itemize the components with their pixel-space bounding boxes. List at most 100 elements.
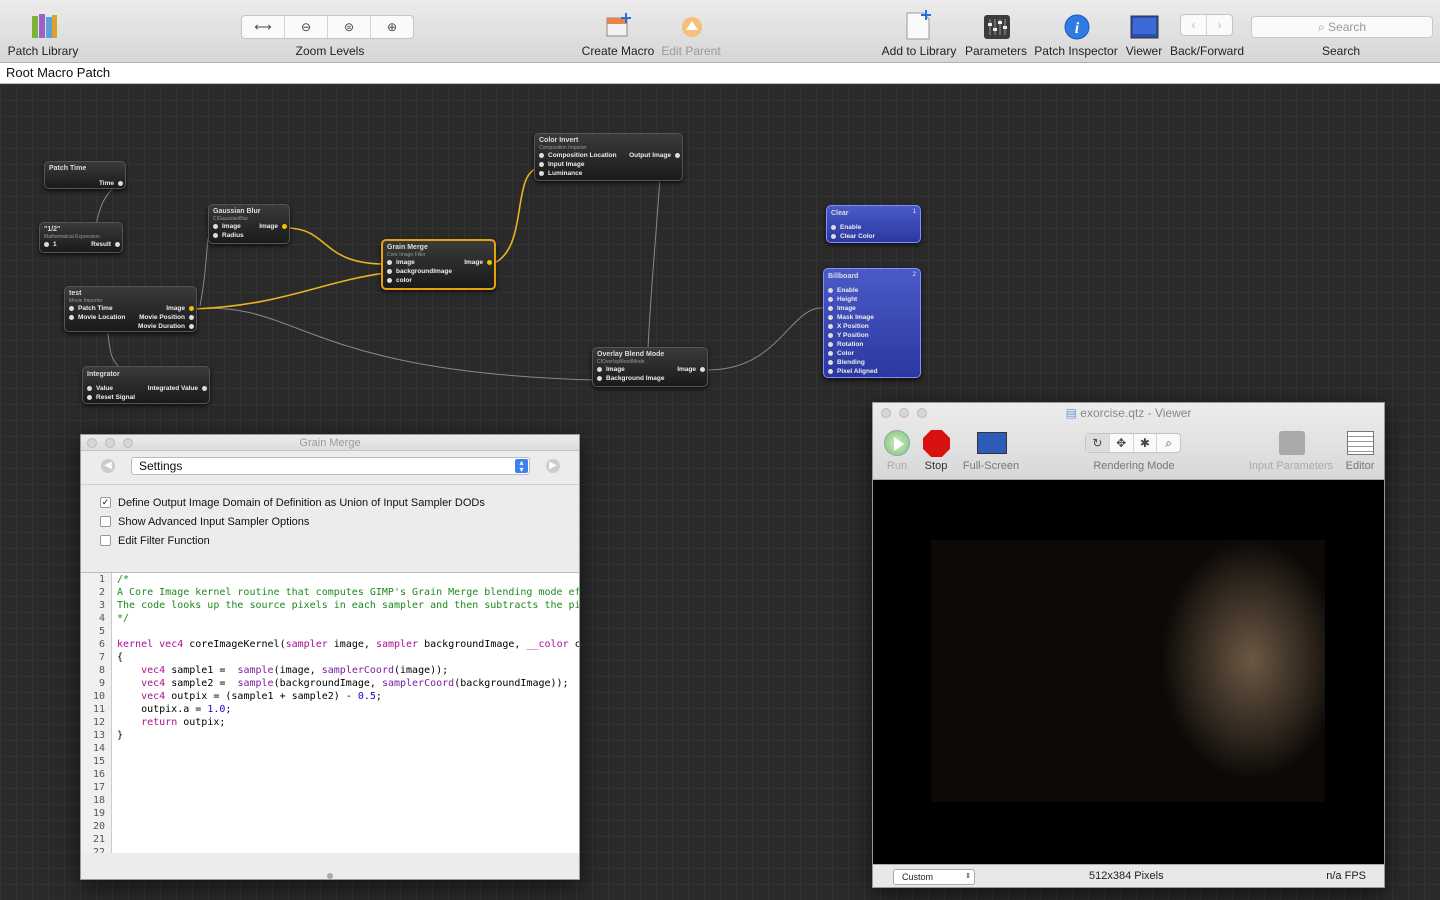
- code-text[interactable]: /* A Core Image kernel routine that compu…: [117, 573, 579, 742]
- line-number: 17: [92, 782, 105, 793]
- billboard-input-port[interactable]: Mask Image: [837, 314, 874, 321]
- line-number: 13: [92, 730, 105, 741]
- math-input-port[interactable]: 1: [53, 241, 57, 248]
- output-image-port[interactable]: Output Image: [629, 151, 680, 160]
- move-icon[interactable]: ✥: [1110, 434, 1134, 452]
- run-icon[interactable]: [884, 430, 910, 456]
- rendering-mode-control[interactable]: ↻ ✥ ✱ ⌕: [1085, 433, 1181, 453]
- billboard-input-port[interactable]: X Position: [837, 323, 869, 330]
- billboard-input-port[interactable]: Enable: [837, 287, 858, 294]
- image-input-port[interactable]: image: [396, 259, 415, 266]
- billboard-input-port[interactable]: Image: [837, 305, 856, 312]
- fullscreen-icon[interactable]: [977, 432, 1007, 454]
- zoom-icon[interactable]: ⌕: [1157, 434, 1180, 452]
- time-output-port[interactable]: Time: [99, 179, 124, 188]
- minimize-button[interactable]: [105, 438, 115, 448]
- billboard-node[interactable]: Billboard 2 Enable Height Image Mask Image X…: [823, 268, 921, 378]
- radius-input-port[interactable]: Radius: [222, 232, 244, 239]
- document-icon: ▤: [1065, 406, 1077, 420]
- line-number: 2: [98, 587, 105, 598]
- luminance-input-port[interactable]: Luminance: [548, 170, 582, 177]
- stop-icon[interactable]: [923, 430, 950, 457]
- node-title: Grain Merge: [387, 244, 428, 251]
- options-list: ✓ Define Output Image Domain of Definitio…: [81, 493, 579, 550]
- layer-badge[interactable]: 1: [913, 209, 916, 215]
- line-number: 14: [92, 743, 105, 754]
- prev-pane-icon[interactable]: ◀: [101, 459, 115, 473]
- debug-icon[interactable]: ✱: [1134, 434, 1158, 452]
- option-checkbox-row[interactable]: Show Advanced Input Sampler Options: [81, 512, 579, 531]
- billboard-input-port[interactable]: Color: [837, 350, 854, 357]
- refresh-icon[interactable]: ↻: [1086, 434, 1110, 452]
- node-title: Integrator: [87, 371, 120, 378]
- enable-input-port[interactable]: Enable: [840, 224, 861, 231]
- image-output-port[interactable]: Image: [677, 365, 705, 374]
- billboard-input-port[interactable]: Blending: [837, 359, 865, 366]
- viewer-window: ▤ exorcise.qtz - Viewer Run Stop Full-Sc…: [872, 402, 1385, 888]
- image-output-port[interactable]: Image: [464, 258, 492, 267]
- value-input-port[interactable]: Value: [96, 385, 113, 392]
- line-number-gutter: 1 2 3 4 5 6 7 8 9 10 11 12 13 14 15 16 17 18 19 20 21 22: [81, 573, 112, 853]
- movie-importer-node[interactable]: test Movie Importer Patch Time Image Movi…: [64, 286, 197, 332]
- line-number: 6: [98, 639, 105, 650]
- patch-time-node[interactable]: Patch Time Time: [44, 161, 126, 189]
- input-parameters-icon[interactable]: [1279, 431, 1305, 455]
- math-expression-node[interactable]: "1/2" Mathematical Expression 1 Result: [39, 222, 123, 253]
- result-output-port[interactable]: Result: [91, 240, 120, 249]
- reset-signal-input-port[interactable]: Reset Signal: [96, 394, 135, 401]
- code-line: vec4 outpix = (sample1 + sample2) - 0.5;: [141, 691, 382, 702]
- grain-merge-node[interactable]: Grain Merge Core Image Filter image Image…: [381, 239, 496, 290]
- input-image-port[interactable]: Input Image: [548, 161, 584, 168]
- code-line: vec4 sample1 = sample(image, samplerCoor…: [141, 665, 449, 676]
- node-title: Color Invert: [539, 137, 579, 144]
- image-input-port[interactable]: Image: [222, 223, 241, 230]
- rendered-video-frame: [931, 540, 1325, 802]
- image-output-port[interactable]: Image: [166, 304, 194, 313]
- billboard-input-port[interactable]: Rotation: [837, 341, 863, 348]
- zoom-button[interactable]: [123, 438, 133, 448]
- option-checkbox-row[interactable]: ✓ Define Output Image Domain of Definitio…: [81, 493, 579, 512]
- option-label: Define Output Image Domain of Definition…: [118, 496, 485, 509]
- image-output-port[interactable]: Image: [259, 222, 287, 231]
- settings-popup[interactable]: Settings ▴ ▾: [131, 457, 530, 475]
- billboard-input-port[interactable]: Height: [837, 296, 857, 303]
- settings-popup-value: Settings: [139, 459, 183, 473]
- layer-badge[interactable]: 2: [913, 272, 916, 278]
- billboard-input-port[interactable]: Pixel Aligned: [837, 368, 878, 375]
- background-image-input-port[interactable]: Background Image: [606, 375, 665, 382]
- checkbox[interactable]: [100, 535, 111, 546]
- close-button[interactable]: [87, 438, 97, 448]
- movie-position-output-port[interactable]: Movie Position: [139, 313, 194, 322]
- color-invert-node[interactable]: Color Invert Composition Importer Compos…: [534, 133, 683, 181]
- next-pane-icon[interactable]: ▶: [546, 459, 560, 473]
- size-popup[interactable]: Custom ⇕: [893, 869, 975, 885]
- checkbox[interactable]: [100, 516, 111, 527]
- image-input-port[interactable]: Image: [606, 366, 625, 373]
- overlay-blend-node[interactable]: Overlay Blend Mode CIOverlayBlendMode Im…: [592, 347, 708, 387]
- movie-location-input-port[interactable]: Movie Location: [78, 314, 125, 321]
- resize-handle[interactable]: [327, 873, 333, 879]
- integrated-value-output-port[interactable]: Integrated Value: [148, 384, 208, 393]
- background-image-input-port[interactable]: backgroundImage: [396, 268, 452, 275]
- rendering-mode-label: Rendering Mode: [1093, 460, 1175, 472]
- code-line: }: [117, 730, 124, 741]
- clear-node[interactable]: Clear 1 Enable Clear Color: [826, 205, 921, 243]
- editor-icon[interactable]: [1347, 431, 1374, 455]
- gaussian-blur-node[interactable]: Gaussian Blur CIGaussianBlur Image Image …: [208, 204, 290, 244]
- code-editor[interactable]: 1 2 3 4 5 6 7 8 9 10 11 12 13 14 15 16 17 18 19 20 21 22 /* A …: [81, 572, 579, 853]
- movie-duration-output-port[interactable]: Movie Duration: [138, 322, 194, 331]
- line-number: 8: [98, 665, 105, 676]
- color-input-port[interactable]: color: [396, 277, 412, 284]
- patch-time-input-port[interactable]: Patch Time: [78, 305, 113, 312]
- billboard-input-port[interactable]: Y Position: [837, 332, 869, 339]
- option-checkbox-row[interactable]: Edit Filter Function: [81, 531, 579, 550]
- checkmark-icon[interactable]: ✓: [100, 497, 111, 508]
- line-number: 15: [92, 756, 105, 767]
- composition-location-input-port[interactable]: Composition Location: [548, 152, 617, 159]
- line-number: 20: [92, 821, 105, 832]
- clear-color-input-port[interactable]: Clear Color: [840, 233, 875, 240]
- integrator-node[interactable]: Integrator Value Integrated Value Reset S…: [82, 366, 210, 404]
- editor-label: Editor: [1345, 460, 1375, 472]
- render-area[interactable]: [873, 480, 1384, 864]
